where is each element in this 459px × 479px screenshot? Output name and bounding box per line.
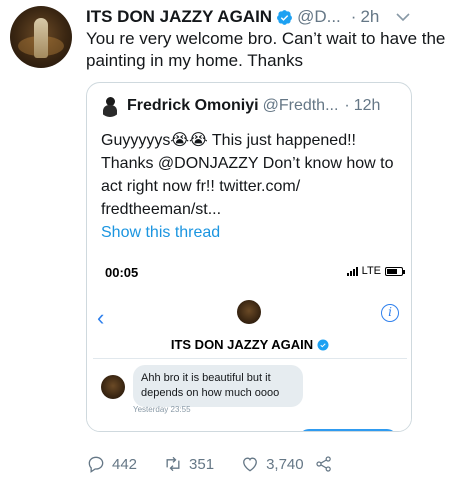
chevron-down-icon[interactable] [395,11,411,23]
info-icon: i [381,304,399,322]
battery-icon [385,266,405,276]
quoted-header-separator: · [344,97,350,114]
verified-badge-icon [277,9,293,25]
quoted-author-name[interactable]: Fredrick Omoniyi [127,97,259,115]
like-button[interactable]: 3,740 [240,454,304,474]
share-icon [315,456,331,472]
quoted-author-avatar[interactable] [99,95,121,117]
quoted-tweet-header: Fredrick Omoniyi @Fredth... · 12h [99,93,403,119]
verified-badge-icon [317,339,329,350]
network-label: LTE [361,265,381,277]
conversation-title-row: ITS DON JAZZY AGAIN [87,337,411,352]
reply-button[interactable]: 442 [86,454,137,474]
signal-icon [346,266,358,276]
author-name[interactable]: ITS DON JAZZY AGAIN [86,7,272,27]
chevron-left-icon: ‹ [97,305,105,330]
reply-icon [88,456,104,473]
avatar-body-shape [103,105,117,117]
tweet-header: ITS DON JAZZY AGAIN @D... · 2h [86,4,451,30]
share-button[interactable] [314,454,334,474]
status-bar-time: 00:05 [105,265,139,280]
quoted-tweet-text: Guyyyyys😭😭 This just happened!! Thanks @… [101,129,401,221]
tweet-text: You re very welcome bro. Can’t wait to h… [86,29,446,70]
tweet-timestamp[interactable]: 2h [360,7,379,27]
quoted-author-handle[interactable]: @Fredth... [263,97,339,115]
header-separator: · [350,7,357,26]
tweet-actions: 442 351 3,740 [86,452,334,476]
conversation-divider [93,358,407,359]
avatar-painting-figure [34,18,48,58]
retweet-icon [166,456,180,472]
retweet-count: 351 [189,455,215,473]
crying-emoji-icon: 😭😭 [170,132,208,149]
reply-count: 442 [112,455,138,473]
attached-screenshot[interactable]: 00:05 LTE ‹ i ITS DON JAZZY AGAIN Ahh br… [87,253,411,431]
conversation-title: ITS DON JAZZY AGAIN [170,337,314,352]
outgoing-message-bubble [299,429,397,431]
author-avatar[interactable] [10,6,72,68]
quoted-tweet[interactable]: Fredrick Omoniyi @Fredth... · 12h Guyyyy… [86,82,412,432]
like-count: 3,740 [266,455,304,473]
status-bar-indicators: LTE [346,265,405,277]
quoted-timestamp[interactable]: 12h [354,97,381,115]
quoted-text-prefix: Guyyyyys [101,132,171,149]
message-avatar [101,375,125,399]
show-thread-link[interactable]: Show this thread [101,224,220,242]
retweet-button[interactable]: 351 [163,454,214,474]
conversation-avatar [237,300,261,324]
author-handle[interactable]: @D... [297,7,341,27]
message-bubble: Ahh bro it is beautiful but it depends o… [133,365,303,407]
message-timestamp: Yesterday 23:55 [133,405,191,414]
tweet[interactable]: ITS DON JAZZY AGAIN @D... · 2h You re ve… [0,0,459,479]
heart-icon [243,457,257,472]
